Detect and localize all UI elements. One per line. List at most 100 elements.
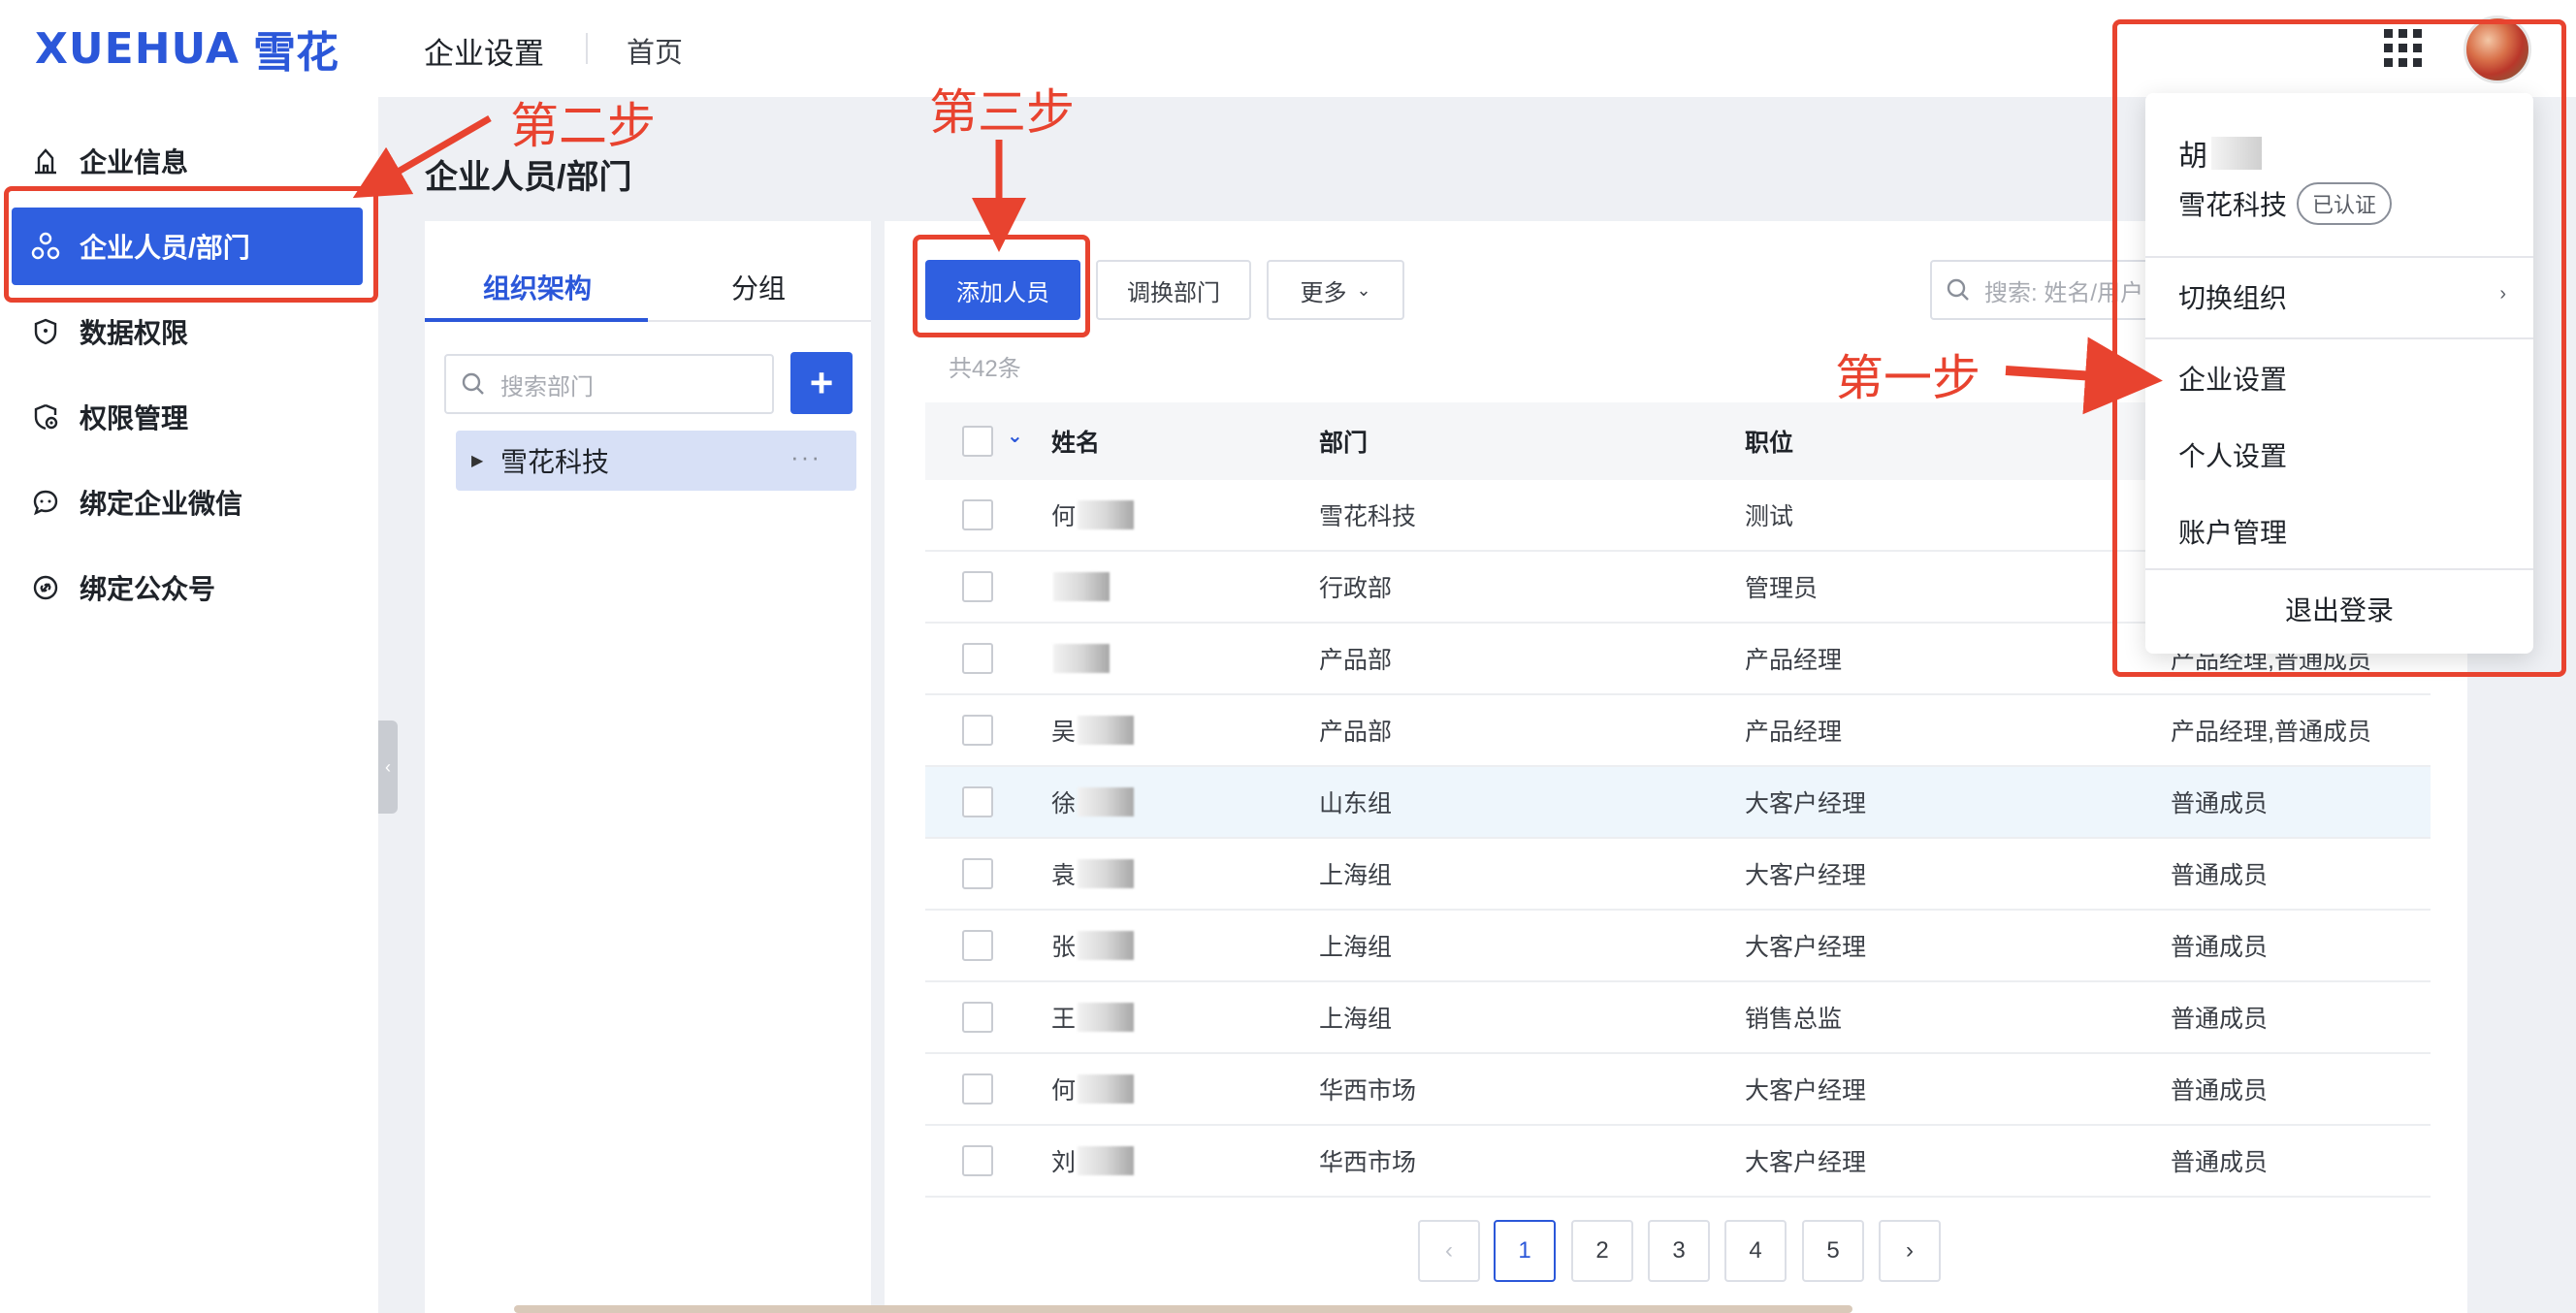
shield-settings-icon [12, 402, 80, 432]
redacted-mask [1078, 859, 1135, 888]
tab-org-structure[interactable]: 组织架构 [483, 268, 592, 306]
cell-position: 产品经理 [1745, 647, 1843, 674]
cell-name: 吴 [1051, 695, 1135, 765]
prev-page-button[interactable]: ‹ [1418, 1220, 1480, 1282]
chevron-down-icon: ⌄ [1356, 279, 1371, 300]
cell-position: 大客户经理 [1745, 934, 1867, 961]
cell-dept: 上海组 [1319, 934, 1393, 961]
total-count: 共42条 [949, 356, 1021, 382]
more-dropdown-button[interactable]: 更多 ⌄ [1267, 260, 1404, 320]
cell-role: 产品经理,普通成员 [2171, 719, 2371, 746]
page-1-button[interactable]: 1 [1494, 1220, 1556, 1282]
logo-cn-text: 雪花 [252, 28, 338, 78]
search-icon [1932, 277, 1984, 303]
sidebar-item-permission-manage[interactable]: 权限管理 [12, 378, 363, 456]
sidebar-item-wecom[interactable]: 绑定企业微信 [12, 464, 363, 541]
logo-text: XUEHUA [35, 23, 240, 74]
tree-node-root[interactable]: ▶ 雪花科技 ··· [456, 431, 856, 491]
cell-position: 产品经理 [1745, 719, 1843, 746]
sidebar-collapse-toggle[interactable]: ‹ [378, 721, 398, 814]
header-divider [586, 33, 588, 64]
sidebar-item-official-account[interactable]: 绑定公众号 [12, 549, 363, 626]
cell-name: 何 [1051, 1054, 1135, 1124]
dept-search-input[interactable]: 搜索部门 [444, 354, 774, 414]
table-row[interactable]: 刘 华西市场 大客户经理 普通成员 [925, 1126, 2431, 1198]
page-2-button[interactable]: 2 [1571, 1220, 1633, 1282]
redacted-mask [1078, 716, 1135, 745]
brand-logo[interactable]: XUEHUA 雪花 [35, 21, 338, 79]
building-icon [12, 146, 80, 176]
home-link[interactable]: 首页 [627, 30, 683, 71]
row-checkbox[interactable] [962, 786, 993, 817]
cell-dept: 雪花科技 [1319, 503, 1417, 530]
row-checkbox[interactable] [962, 643, 993, 674]
annotation-box-step3 [913, 235, 1090, 337]
tab-groups[interactable]: 分组 [731, 268, 786, 306]
col-name: 姓名 [1051, 430, 1101, 457]
row-checkbox[interactable] [962, 715, 993, 746]
sidebar-item-data-permission[interactable]: 数据权限 [12, 293, 363, 370]
cell-dept: 华西市场 [1319, 1149, 1417, 1176]
redacted-mask [1053, 644, 1110, 673]
cell-role: 普通成员 [2171, 1006, 2269, 1033]
table-row[interactable]: 吴 产品部 产品经理 产品经理,普通成员 [925, 695, 2431, 767]
cell-dept: 华西市场 [1319, 1077, 1417, 1105]
cell-role: 普通成员 [2171, 790, 2269, 817]
cell-position: 销售总监 [1745, 1006, 1843, 1033]
cell-name [1051, 552, 1110, 622]
cell-dept: 上海组 [1319, 862, 1393, 889]
cell-role: 普通成员 [2171, 934, 2269, 961]
cell-name: 徐 [1051, 767, 1135, 837]
sidebar-item-label: 企业信息 [80, 147, 189, 177]
cell-name: 张 [1051, 911, 1135, 980]
table-row[interactable]: 何 华西市场 大客户经理 普通成员 [925, 1054, 2431, 1126]
search-icon [446, 371, 500, 397]
annotation-box-step2 [4, 186, 378, 303]
sidebar-item-label: 权限管理 [80, 403, 189, 433]
redacted-mask [1078, 787, 1135, 817]
redacted-mask [1078, 1146, 1135, 1175]
more-icon[interactable]: ··· [790, 442, 821, 472]
row-checkbox[interactable] [962, 1145, 993, 1176]
sidebar-item-label: 绑定公众号 [80, 574, 216, 604]
cell-position: 大客户经理 [1745, 1149, 1867, 1176]
redacted-mask [1053, 572, 1110, 601]
cell-position: 管理员 [1745, 575, 1819, 602]
table-row[interactable]: 王 上海组 销售总监 普通成员 [925, 982, 2431, 1054]
chat-icon [12, 488, 80, 517]
table-row[interactable]: 徐 山东组 大客户经理 普通成员 [925, 767, 2431, 839]
redacted-mask [1078, 1003, 1135, 1032]
chevron-down-icon[interactable]: ⌄ [1007, 424, 1023, 448]
row-checkbox[interactable] [962, 858, 993, 889]
table-row[interactable]: 袁 上海组 大客户经理 普通成员 [925, 839, 2431, 911]
cell-name: 袁 [1051, 839, 1135, 909]
row-checkbox[interactable] [962, 499, 993, 530]
dept-search-placeholder: 搜索部门 [500, 373, 594, 400]
page-4-button[interactable]: 4 [1724, 1220, 1787, 1282]
add-dept-button[interactable]: + [790, 352, 853, 414]
table-row[interactable]: 张 上海组 大客户经理 普通成员 [925, 911, 2431, 982]
page-3-button[interactable]: 3 [1648, 1220, 1710, 1282]
cell-name: 刘 [1051, 1126, 1135, 1196]
switch-dept-button[interactable]: 调换部门 [1096, 260, 1251, 320]
caret-right-icon[interactable]: ▶ [471, 451, 500, 470]
annotation-step2: 第二步 [510, 98, 656, 154]
next-page-button[interactable]: › [1879, 1220, 1941, 1282]
cell-name: 何 [1051, 480, 1135, 550]
header-title: 企业设置 [424, 37, 544, 71]
page-5-button[interactable]: 5 [1802, 1220, 1864, 1282]
cell-dept: 山东组 [1319, 790, 1393, 817]
cell-position: 测试 [1745, 503, 1794, 530]
cell-role: 普通成员 [2171, 1149, 2269, 1176]
horizontal-scrollbar[interactable] [514, 1305, 1852, 1313]
cell-position: 大客户经理 [1745, 790, 1867, 817]
annotation-step3: 第三步 [929, 84, 1075, 141]
select-all-checkbox[interactable] [962, 426, 993, 457]
row-checkbox[interactable] [962, 1002, 993, 1033]
row-checkbox[interactable] [962, 571, 993, 602]
row-checkbox[interactable] [962, 1073, 993, 1105]
cell-dept: 上海组 [1319, 1006, 1393, 1033]
cell-dept: 产品部 [1319, 719, 1393, 746]
row-checkbox[interactable] [962, 930, 993, 961]
sidebar-item-label: 数据权限 [80, 318, 189, 348]
